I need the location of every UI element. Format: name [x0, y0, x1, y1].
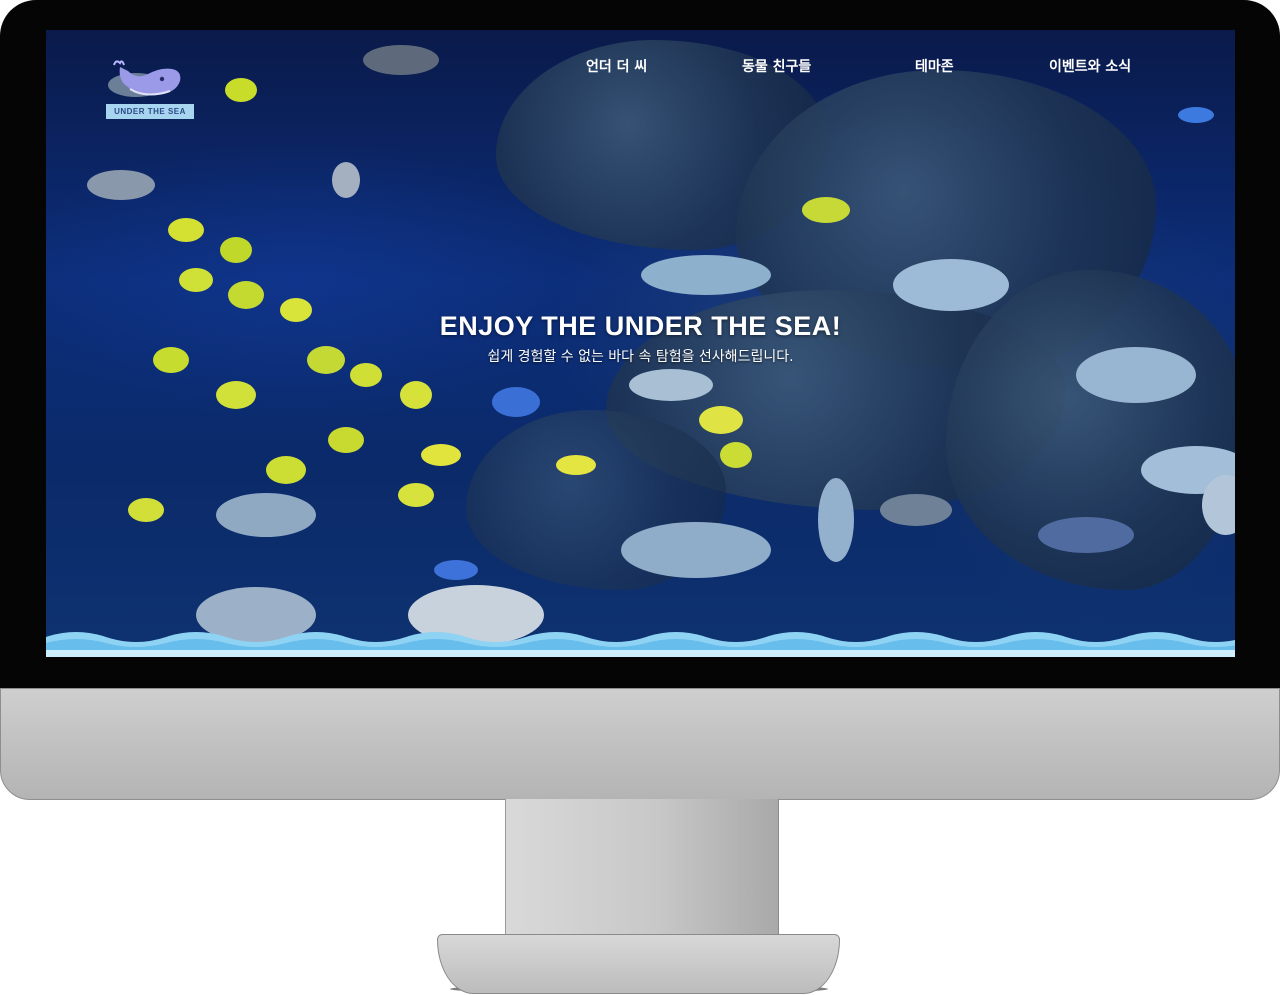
whale-icon: [113, 60, 181, 96]
hero-subtitle: 쉽게 경험할 수 없는 바다 속 탐험을 선사해드립니다.: [487, 349, 794, 365]
site-logo[interactable]: UNDER THE SEA: [106, 57, 196, 119]
nav-item-animal-friends[interactable]: 동물 친구들: [742, 56, 811, 76]
fish-school-illustration: [87, 45, 1235, 645]
monitor-stand-foot: [437, 934, 840, 994]
logo-text: UNDER THE SEA: [106, 104, 194, 119]
hero-title: ENJOY THE UNDER THE SEA!: [439, 311, 842, 341]
nav-item-events-news[interactable]: 이벤트와 소식: [1049, 56, 1131, 76]
monitor-stand-neck: [505, 799, 779, 939]
monitor-chin: [0, 688, 1280, 800]
nav-item-under-the-sea[interactable]: 언더 더 씨: [586, 56, 647, 76]
silver-fish-group: [87, 45, 1235, 645]
website-screen: UNDER THE SEA 언더 더 씨 동물 친구들 테마존 이벤트와 소식 …: [46, 30, 1235, 657]
yellow-fish-group: [128, 78, 850, 522]
top-navigation: UNDER THE SEA 언더 더 씨 동물 친구들 테마존 이벤트와 소식: [46, 30, 1235, 119]
nav-item-theme-zone[interactable]: 테마존: [915, 56, 954, 76]
wave-decoration: [46, 632, 1235, 657]
